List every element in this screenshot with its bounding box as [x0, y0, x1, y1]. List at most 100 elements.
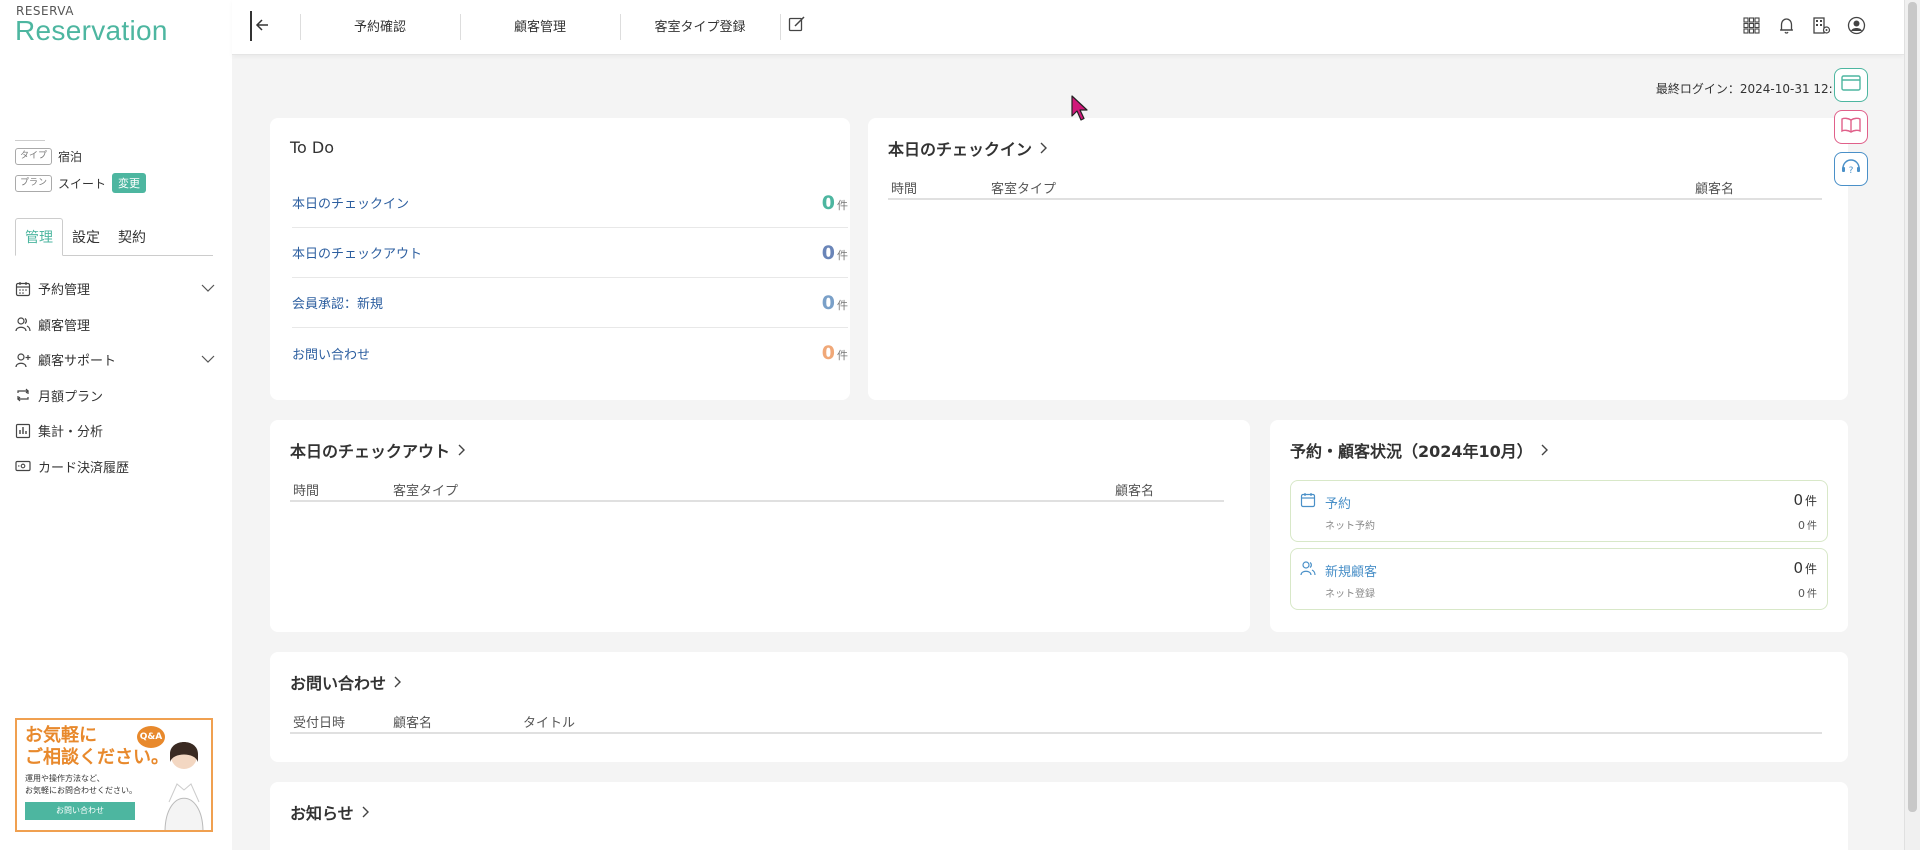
todo-count: 0 — [821, 342, 835, 364]
calendar-icon — [1300, 492, 1316, 512]
status-card: 予約・顧客状況（2024年10月） 予約 ネット予約 0件 0件 新規顧客 ネッ… — [1270, 420, 1848, 632]
todo-count: 0 — [821, 191, 835, 214]
user-account-icon[interactable] — [1847, 16, 1866, 35]
sidebar-item-card-history[interactable]: カード決済履歴 — [15, 449, 215, 485]
topbar-link-room-type-registration[interactable]: 客室タイプ登録 — [620, 0, 780, 50]
support-banner[interactable]: お気軽に ご相談ください。 Q&A 運用や操作方法など、 お気軽にお問合わせくだ… — [15, 718, 213, 832]
stat-main-value-wrap: 0件 — [1793, 491, 1817, 509]
tab-contract[interactable]: 契約 — [109, 218, 155, 256]
plan-tag: プラン — [15, 174, 53, 192]
stat-label: 予約 — [1325, 497, 1352, 512]
tab-settings[interactable]: 設定 — [63, 218, 109, 256]
todo-row-checkout[interactable]: 本日のチェックアウト 0件 — [292, 228, 848, 278]
sidebar-item-label: 集計・分析 — [38, 425, 104, 441]
stat-unit: 件 — [1807, 521, 1817, 532]
col-room-type: 客室タイプ — [991, 182, 1057, 197]
edit-icon[interactable] — [788, 15, 806, 37]
tab-manage[interactable]: 管理 — [15, 218, 63, 256]
sidebar-item-label: 顧客管理 — [38, 318, 91, 334]
inquiry-table-header: 受付日時 顧客名 タイトル — [290, 708, 1822, 734]
stat-unit: 件 — [1807, 589, 1817, 600]
todo-row-inquiry[interactable]: お問い合わせ 0件 — [292, 328, 848, 378]
todo-row-member-approval[interactable]: 会員承認：新規 0件 — [292, 278, 848, 328]
inquiry-card: お問い合わせ 受付日時 顧客名 タイトル — [270, 652, 1848, 762]
back-button[interactable] — [250, 11, 272, 41]
manual-button[interactable] — [1834, 110, 1868, 144]
page-scrollbar[interactable] — [1904, 0, 1920, 850]
todo-label: 本日のチェックアウト — [292, 247, 423, 262]
stat-main-value: 0 — [1793, 491, 1803, 509]
todo-label: 本日のチェックイン — [292, 197, 410, 212]
stat-minor-value-wrap: 0件 — [1798, 585, 1817, 600]
bar-chart-icon — [15, 423, 31, 439]
checkout-card: 本日のチェックアウト 時間 客室タイプ 顧客名 — [270, 420, 1250, 632]
checkin-card: 本日のチェックイン 時間 客室タイプ 顧客名 — [868, 118, 1848, 400]
stat-main-value-wrap: 0件 — [1793, 559, 1817, 577]
brand-logo[interactable]: Reservation — [15, 15, 168, 47]
todo-count-wrap: 0件 — [822, 192, 848, 214]
status-title: 予約・顧客状況（2024年10月） — [1290, 442, 1533, 461]
apps-grid-icon[interactable] — [1742, 16, 1761, 35]
reservation-stat-box[interactable]: 予約 ネット予約 0件 0件 — [1290, 480, 1828, 542]
stat-unit: 件 — [1804, 494, 1817, 508]
stat-sub-label: ネット予約 — [1325, 521, 1375, 532]
sidebar: RESERVA Reservation タイプ 宿泊 プラン スイート 変更 管… — [0, 0, 232, 850]
calendar-icon — [15, 281, 31, 297]
chevron-down-icon — [201, 353, 215, 368]
chevron-down-icon — [201, 282, 215, 297]
checkin-title-link[interactable]: 本日のチェックイン — [888, 136, 1048, 160]
todo-row-checkin[interactable]: 本日のチェックイン 0件 — [292, 178, 848, 228]
book-icon — [1841, 117, 1861, 137]
todo-count-wrap: 0件 — [822, 292, 848, 314]
topbar-link-reservation-check[interactable]: 予約確認 — [300, 0, 460, 50]
checkin-table-header: 時間 客室タイプ 顧客名 — [888, 174, 1822, 200]
status-title-link[interactable]: 予約・顧客状況（2024年10月） — [1290, 438, 1549, 462]
sidebar-menu: 予約管理 顧客管理 顧客サポート 月額プラン 集計・分析 カード決済履歴 — [15, 271, 215, 484]
card-icon — [15, 458, 31, 474]
chevron-right-icon — [362, 803, 370, 822]
col-customer-name: 顧客名 — [393, 716, 433, 731]
scrollbar-thumb[interactable] — [1908, 2, 1917, 812]
banner-text: 運用や操作方法など、 お気軽にお問合わせください。 — [25, 773, 137, 797]
plan-row: プラン スイート 変更 — [15, 173, 147, 193]
building-settings-icon[interactable] — [1812, 16, 1831, 35]
stat-minor-value: 0 — [1798, 519, 1805, 532]
inquiry-title-link[interactable]: お問い合わせ — [290, 670, 402, 694]
help-button[interactable]: ? — [1834, 152, 1868, 186]
todo-count: 0 — [821, 241, 835, 264]
operator-illustration — [164, 742, 204, 830]
plan-value: スイート — [58, 176, 107, 191]
stat-sub-label: ネット登録 — [1325, 589, 1375, 600]
stat-main-value: 0 — [1793, 559, 1803, 577]
checkout-title-link[interactable]: 本日のチェックアウト — [290, 438, 466, 462]
banner-inquiry-button[interactable]: お問い合わせ — [25, 802, 135, 820]
todo-label: 会員承認：新規 — [292, 297, 384, 312]
topbar-link-customer-management[interactable]: 顧客管理 — [460, 0, 620, 50]
sidebar-item-analytics[interactable]: 集計・分析 — [15, 413, 215, 449]
sidebar-item-label: 月額プラン — [38, 389, 104, 405]
sidebar-item-customers[interactable]: 顧客管理 — [15, 307, 215, 343]
new-customer-stat-box[interactable]: 新規顧客 ネット登録 0件 0件 — [1290, 548, 1828, 610]
checkout-table-header: 時間 客室タイプ 顧客名 — [290, 476, 1224, 502]
news-card: お知らせ — [270, 782, 1848, 850]
sidebar-tabs: 管理 設定 契約 — [15, 218, 213, 256]
users-icon — [15, 316, 31, 332]
users-icon — [1300, 560, 1316, 580]
col-customer-name: 顧客名 — [1115, 484, 1155, 499]
col-title: タイトル — [523, 716, 576, 731]
bell-icon[interactable] — [1777, 16, 1796, 35]
todo-unit: 件 — [837, 349, 848, 362]
browser-window-button[interactable] — [1834, 68, 1868, 102]
col-received-at: 受付日時 — [293, 716, 346, 731]
sidebar-item-support[interactable]: 顧客サポート — [15, 342, 215, 378]
news-title-link[interactable]: お知らせ — [290, 800, 370, 824]
news-title: お知らせ — [290, 804, 354, 823]
sidebar-item-monthly-plan[interactable]: 月額プラン — [15, 378, 215, 414]
banner-text-line2: お気軽にお問合わせください。 — [25, 786, 137, 795]
sidebar-item-reservations[interactable]: 予約管理 — [15, 271, 215, 307]
last-login-text: 最終ログイン：2024-10-31 12:19 — [1655, 82, 1848, 96]
type-value: 宿泊 — [58, 150, 83, 164]
todo-unit: 件 — [837, 298, 848, 312]
change-plan-button[interactable]: 変更 — [112, 173, 147, 193]
svg-text:?: ? — [1849, 166, 1854, 176]
